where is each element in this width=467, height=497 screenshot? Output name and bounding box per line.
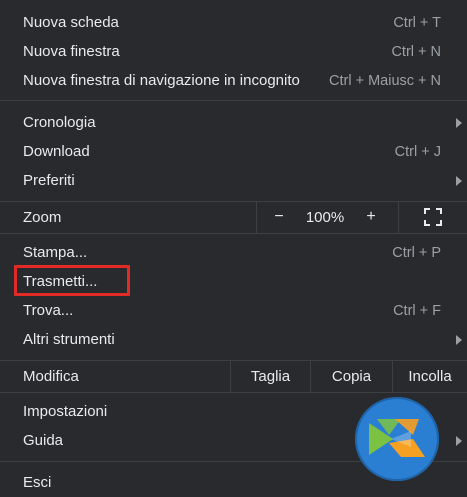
- zoom-in-button[interactable]: +: [357, 201, 385, 233]
- menu-item-label: Esci: [23, 474, 52, 491]
- menu-item-label: Download: [23, 143, 90, 160]
- menu-item-find[interactable]: Trova... Ctrl + F: [0, 296, 467, 325]
- menu-item-label: Nuova finestra: [23, 43, 120, 60]
- menu-item-label: Cronologia: [23, 114, 96, 131]
- logo-shape: [369, 419, 425, 457]
- fullscreen-icon: [424, 208, 442, 226]
- menu-item-more-tools[interactable]: Altri strumenti: [0, 325, 467, 354]
- zoom-value: 100%: [305, 208, 345, 226]
- menu-item-history[interactable]: Cronologia: [0, 108, 467, 137]
- menu-item-label: Trova...: [23, 302, 74, 319]
- chevron-right-icon: [456, 117, 462, 128]
- edit-label: Modifica: [23, 367, 79, 385]
- menu-item-shortcut: Ctrl + F: [393, 302, 441, 319]
- chevron-right-icon: [456, 435, 462, 446]
- watermark-logo-icon: [355, 397, 439, 481]
- separator: [0, 100, 467, 101]
- zoom-out-button[interactable]: −: [265, 201, 293, 233]
- chevron-right-icon: [456, 175, 462, 186]
- menu-item-label: Guida: [23, 432, 64, 449]
- menu-item-bookmarks[interactable]: Preferiti: [0, 166, 467, 195]
- menu-item-print[interactable]: Stampa... Ctrl + P: [0, 238, 467, 267]
- chevron-right-icon: [456, 334, 462, 345]
- menu-item-shortcut: Ctrl + J: [394, 143, 441, 160]
- menu-item-label: Stampa...: [23, 244, 88, 261]
- separator: [0, 233, 467, 234]
- highlight-box: [14, 265, 130, 296]
- menu-item-new-tab[interactable]: Nuova scheda Ctrl + T: [0, 8, 467, 37]
- menu-item-shortcut: Ctrl + Maiusc + N: [329, 72, 441, 89]
- paste-button[interactable]: Incolla: [392, 360, 467, 392]
- chrome-main-menu: Nuova scheda Ctrl + T Nuova finestra Ctr…: [0, 0, 467, 496]
- menu-item-label: Altri strumenti: [23, 331, 115, 348]
- menu-item-downloads[interactable]: Download Ctrl + J: [0, 137, 467, 166]
- menu-item-label: Nuova finestra di navigazione in incogni…: [23, 72, 300, 89]
- menu-item-incognito[interactable]: Nuova finestra di navigazione in incogni…: [0, 66, 467, 95]
- cut-button[interactable]: Taglia: [230, 360, 310, 392]
- menu-item-new-window[interactable]: Nuova finestra Ctrl + N: [0, 37, 467, 66]
- separator: [0, 392, 467, 393]
- menu-item-label: Nuova scheda: [23, 14, 119, 31]
- menu-item-shortcut: Ctrl + P: [392, 244, 441, 261]
- zoom-label: Zoom: [23, 208, 62, 226]
- menu-item-label: Impostazioni: [23, 403, 108, 420]
- edit-row: Modifica Taglia Copia Incolla: [0, 360, 467, 392]
- copy-button[interactable]: Copia: [310, 360, 392, 392]
- menu-item-label: Preferiti: [23, 172, 75, 189]
- zoom-row: Zoom − 100% +: [0, 201, 467, 233]
- fullscreen-button[interactable]: [398, 201, 467, 233]
- menu-item-shortcut: Ctrl + T: [393, 14, 441, 31]
- menu-item-shortcut: Ctrl + N: [391, 43, 441, 60]
